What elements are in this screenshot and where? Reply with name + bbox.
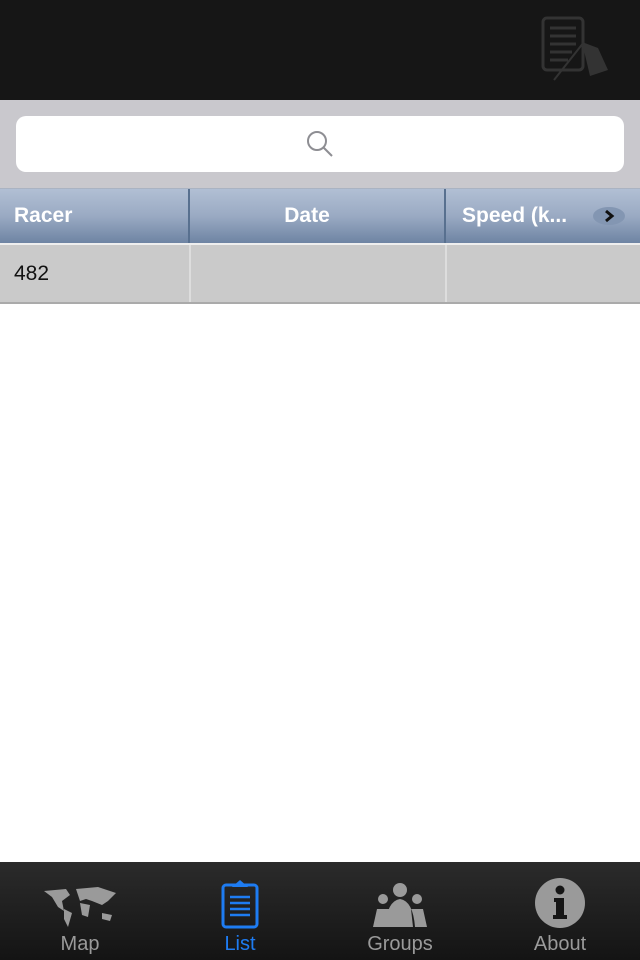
- tab-list[interactable]: List: [160, 862, 320, 960]
- table-row[interactable]: 482: [0, 243, 640, 304]
- tab-label: List: [224, 933, 256, 955]
- clipboard-list-icon: [221, 880, 259, 929]
- cell-racer: 482: [0, 245, 191, 302]
- world-map-icon: [44, 887, 116, 927]
- column-header-speed[interactable]: Speed (k...: [462, 204, 567, 228]
- search-bar: [0, 100, 640, 188]
- tab-bar: Map List Groups About: [0, 862, 640, 960]
- search-icon: [307, 131, 333, 157]
- column-header-racer[interactable]: Racer: [0, 189, 190, 243]
- tab-label: Groups: [367, 933, 433, 955]
- cell-speed: [447, 245, 640, 302]
- search-input[interactable]: [16, 116, 624, 172]
- tab-label: About: [533, 933, 587, 955]
- people-icon: [373, 883, 427, 927]
- tab-groups[interactable]: Groups: [320, 862, 480, 960]
- column-header-date[interactable]: Date: [190, 189, 446, 243]
- chevron-right-icon[interactable]: [592, 206, 626, 226]
- navigation-bar: [0, 0, 640, 100]
- checkered-flag-list-icon[interactable]: [540, 14, 610, 82]
- tab-about[interactable]: About: [480, 862, 640, 960]
- cell-date: [191, 245, 447, 302]
- table-header: Racer Date Speed (k...: [0, 188, 640, 243]
- tab-label: Map: [60, 933, 100, 955]
- info-icon: [535, 878, 585, 928]
- tab-map[interactable]: Map: [0, 862, 160, 960]
